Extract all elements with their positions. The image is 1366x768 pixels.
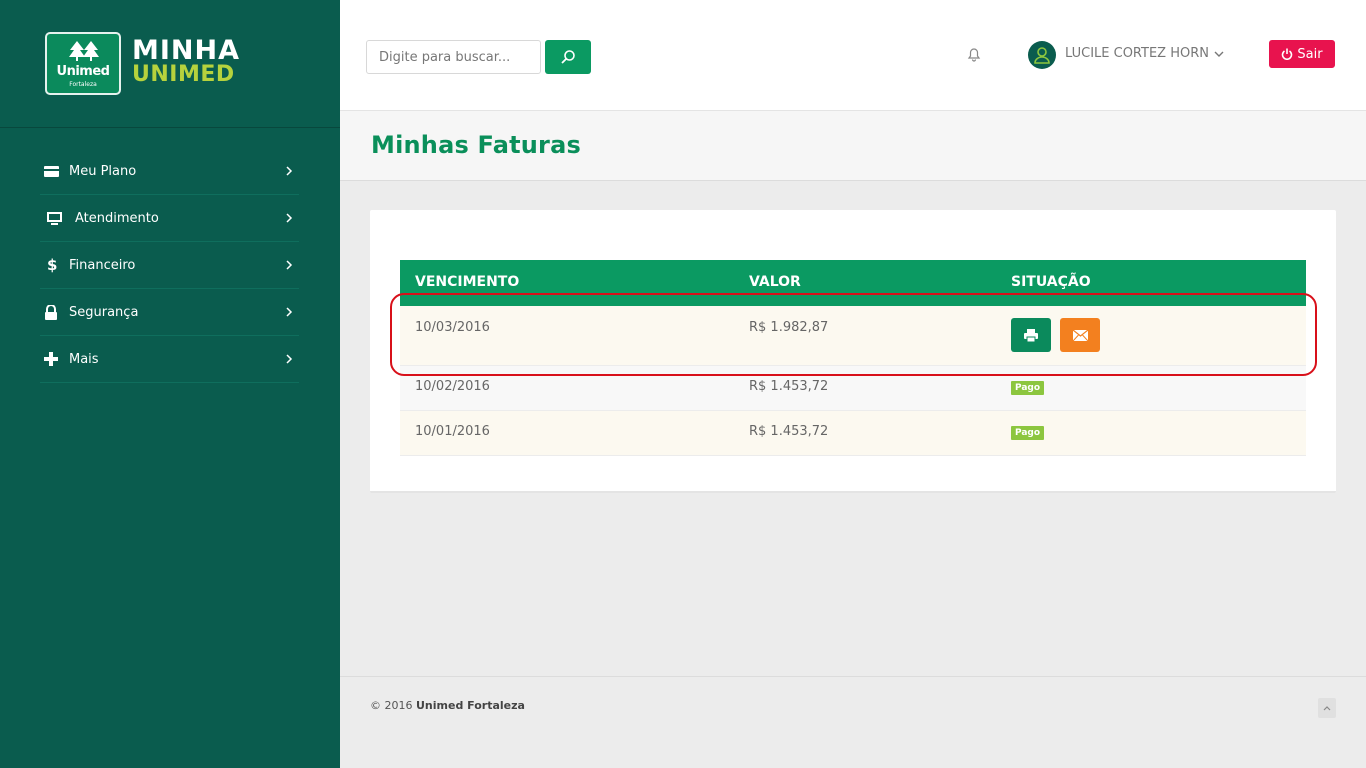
- footer: © 2016 Unimed Fortaleza: [340, 676, 1366, 768]
- due-date: 10/01/2016: [415, 424, 490, 439]
- copyright: © 2016 Unimed Fortaleza: [370, 699, 525, 712]
- logout-button[interactable]: Sair: [1269, 40, 1335, 68]
- table-header: VENCIMENTO VALOR SITUAÇÃO: [400, 260, 1306, 306]
- column-header-situacao: SITUAÇÃO: [1011, 274, 1091, 290]
- chevron-right-icon: [286, 354, 293, 364]
- title-bar: Minhas Faturas: [340, 111, 1366, 181]
- unimed-logo[interactable]: Unimed Fortaleza: [45, 32, 121, 95]
- sidebar-item-label: Segurança: [69, 304, 139, 320]
- card-icon: [44, 163, 66, 179]
- bell-icon[interactable]: [966, 46, 982, 62]
- plus-icon: [44, 351, 66, 367]
- top-bar: LUCILE CORTEZ HORN Sair: [340, 0, 1366, 111]
- table-row: 10/01/2016 R$ 1.453,72 Pago: [400, 411, 1306, 456]
- sidebar: Unimed Fortaleza MINHA UNIMED Meu Plano …: [0, 0, 340, 768]
- status-badge: Pago: [1011, 426, 1045, 440]
- logo-name: Unimed: [56, 64, 110, 79]
- sidebar-item-atendimento[interactable]: Atendimento: [40, 195, 299, 242]
- envelope-icon: [1072, 329, 1088, 341]
- user-icon: [1034, 47, 1050, 64]
- sidebar-menu: Meu Plano Atendimento $ Financeiro Segur…: [40, 148, 299, 383]
- sidebar-item-label: Financeiro: [69, 257, 136, 273]
- power-icon: [1282, 48, 1293, 60]
- user-name: LUCILE CORTEZ HORN: [1065, 46, 1209, 61]
- printer-icon: [1024, 328, 1038, 342]
- scroll-to-top-button[interactable]: [1318, 698, 1336, 718]
- amount: R$ 1.453,72: [749, 424, 829, 439]
- due-date: 10/02/2016: [415, 379, 490, 394]
- brand: Unimed Fortaleza MINHA UNIMED: [0, 0, 340, 128]
- amount: R$ 1.982,87: [749, 320, 829, 335]
- monitor-icon: [47, 210, 69, 226]
- column-header-vencimento: VENCIMENTO: [415, 274, 520, 290]
- user-menu[interactable]: LUCILE CORTEZ HORN: [1065, 46, 1224, 61]
- logout-label: Sair: [1297, 46, 1323, 62]
- page-title: Minhas Faturas: [371, 131, 581, 159]
- tree-logo-icon: [69, 41, 99, 61]
- sidebar-item-label: Meu Plano: [69, 163, 137, 179]
- search-input[interactable]: [366, 40, 541, 74]
- chevron-right-icon: [286, 166, 293, 176]
- table-row: 10/02/2016 R$ 1.453,72 Pago: [400, 366, 1306, 411]
- email-button[interactable]: [1060, 318, 1100, 352]
- chevron-up-icon: [1323, 706, 1331, 711]
- brand-title-line1: MINHA: [132, 35, 241, 66]
- chevron-down-icon: [1214, 51, 1224, 57]
- sidebar-item-label: Atendimento: [75, 210, 159, 226]
- column-header-valor: VALOR: [749, 274, 801, 290]
- amount: R$ 1.453,72: [749, 379, 829, 394]
- invoices-table: VENCIMENTO VALOR SITUAÇÃO 10/03/2016 R$ …: [400, 260, 1306, 456]
- print-button[interactable]: [1011, 318, 1051, 352]
- invoices-card: VENCIMENTO VALOR SITUAÇÃO 10/03/2016 R$ …: [370, 210, 1336, 493]
- sidebar-item-financeiro[interactable]: $ Financeiro: [40, 242, 299, 289]
- due-date: 10/03/2016: [415, 320, 490, 335]
- search-button[interactable]: [545, 40, 591, 74]
- logo-city: Fortaleza: [69, 81, 97, 88]
- sidebar-item-seguranca[interactable]: Segurança: [40, 289, 299, 336]
- sidebar-item-label: Mais: [69, 351, 99, 367]
- chevron-right-icon: [286, 307, 293, 317]
- copyright-name: Unimed Fortaleza: [416, 699, 525, 712]
- search-icon: [561, 50, 575, 64]
- copyright-prefix: © 2016: [370, 699, 416, 712]
- sidebar-item-meu-plano[interactable]: Meu Plano: [40, 148, 299, 195]
- table-row: 10/03/2016 R$ 1.982,87: [400, 306, 1306, 366]
- sidebar-item-mais[interactable]: Mais: [40, 336, 299, 383]
- dollar-icon: $: [47, 256, 58, 274]
- chevron-right-icon: [286, 213, 293, 223]
- brand-title-line2: UNIMED: [132, 62, 235, 87]
- avatar[interactable]: [1028, 41, 1056, 69]
- chevron-right-icon: [286, 260, 293, 270]
- status-badge: Pago: [1011, 381, 1045, 395]
- lock-icon: [44, 304, 66, 320]
